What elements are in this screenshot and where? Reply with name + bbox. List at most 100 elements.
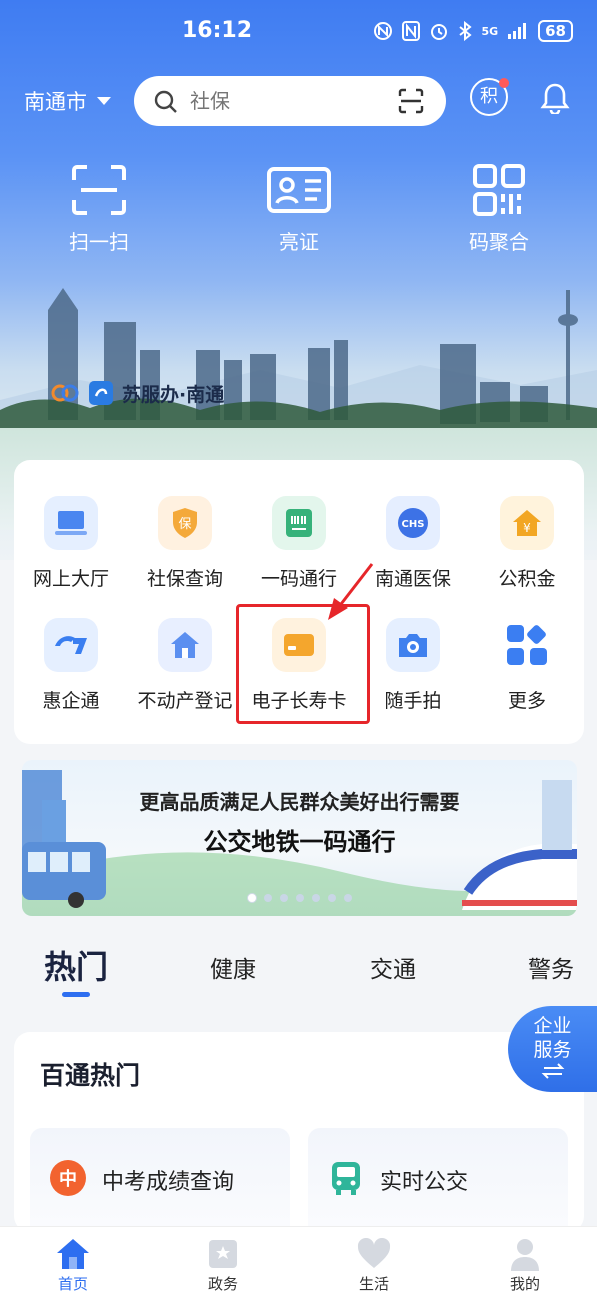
- service-online-hall[interactable]: 网上大厅: [14, 496, 128, 591]
- status-bar: 16:12 5G 68: [0, 0, 597, 62]
- svg-text:保: 保: [178, 517, 191, 532]
- service-real-estate[interactable]: 不动产登记: [128, 618, 242, 713]
- enterprise-line2: 服务: [533, 1039, 572, 1061]
- laptop-icon: [55, 511, 87, 535]
- carousel-dots: [22, 894, 577, 902]
- scan-icon: [72, 165, 126, 215]
- grid-icon: [507, 625, 547, 665]
- government-icon: [209, 1240, 237, 1268]
- svg-text:¥: ¥: [523, 521, 531, 535]
- hot-title: 百通热门: [40, 1061, 141, 1090]
- swap-icon: [541, 1063, 564, 1079]
- home-icon: [57, 1239, 89, 1269]
- house-icon: [171, 632, 199, 658]
- qr-code-icon: [473, 164, 525, 216]
- alarm-icon: [431, 24, 448, 40]
- quick-actions: 扫一扫 亮证 码聚合: [0, 160, 597, 260]
- bottom-navigation: 首页 政务 生活 我的: [0, 1226, 597, 1303]
- search-input[interactable]: [190, 86, 390, 116]
- bus-icon: [328, 1160, 364, 1196]
- nfc-icon: [374, 22, 393, 40]
- service-label: 随手拍: [384, 690, 442, 712]
- points-label: 积: [480, 86, 498, 107]
- nav-life[interactable]: 生活: [334, 1235, 414, 1294]
- service-tile: 保: [158, 496, 212, 550]
- enterprise-service-button[interactable]: 企业 服务: [508, 1006, 597, 1092]
- battery-indicator: 68: [538, 20, 573, 42]
- hot-item-label: 中考成绩查询: [102, 1170, 235, 1195]
- service-tile: [386, 618, 440, 672]
- status-icons: 5G 68: [373, 20, 573, 42]
- service-tile: [44, 496, 98, 550]
- tab-health[interactable]: 健康: [210, 950, 256, 984]
- barcode-icon: [286, 509, 312, 537]
- bluetooth-icon: [459, 21, 473, 41]
- tab-police[interactable]: 警务: [528, 950, 574, 984]
- nav-mine[interactable]: 我的: [485, 1235, 565, 1294]
- nav-label: 我的: [509, 1275, 540, 1293]
- nav-home[interactable]: 首页: [33, 1235, 113, 1294]
- promo-banner[interactable]: 更高品质满足人民群众美好出行需要 公交地铁一码通行: [22, 760, 577, 916]
- city-selector[interactable]: 南通市: [24, 86, 111, 116]
- carousel-dot[interactable]: [295, 894, 304, 902]
- hand-g-icon: [55, 636, 87, 654]
- service-label: 网上大厅: [32, 568, 109, 590]
- camera-icon: [399, 634, 427, 657]
- hot-services-card: 百通热门 中 中考成绩查询 实时公交: [14, 1032, 584, 1238]
- bell-icon[interactable]: [540, 82, 570, 114]
- service-label: 社保查询: [146, 568, 223, 590]
- heart-icon: [357, 1238, 391, 1268]
- service-tile: ¥: [500, 496, 554, 550]
- points-button[interactable]: 积: [470, 78, 509, 116]
- service-more[interactable]: 更多: [470, 618, 584, 713]
- id-card-icon: [267, 167, 331, 213]
- service-enterprise-benefit[interactable]: 惠企通: [14, 618, 128, 713]
- quick-action-label: 扫一扫: [69, 230, 129, 254]
- network-label: 5G: [481, 24, 499, 38]
- service-logo-icon: [51, 384, 79, 402]
- user-icon: [511, 1239, 539, 1271]
- carousel-dot[interactable]: [311, 894, 320, 902]
- tab-hot[interactable]: 热门: [44, 942, 108, 988]
- carousel-dot[interactable]: [263, 894, 272, 902]
- tab-traffic[interactable]: 交通: [370, 950, 416, 984]
- quick-action-code-hub[interactable]: 码聚合: [434, 160, 564, 255]
- shield-icon: 保: [173, 508, 197, 538]
- carousel-dot[interactable]: [279, 894, 288, 902]
- annotation-arrow-icon: [328, 563, 374, 620]
- scan-icon[interactable]: [398, 88, 424, 114]
- carousel-dot[interactable]: [343, 894, 352, 902]
- chs-icon: CHS: [398, 508, 428, 538]
- quick-action-label: 亮证: [279, 230, 319, 254]
- carousel-dot[interactable]: [247, 894, 256, 902]
- house-yen-icon: ¥: [513, 510, 541, 536]
- service-snapshot[interactable]: 随手拍: [356, 618, 470, 713]
- service-housing-fund[interactable]: ¥ 公积金: [470, 496, 584, 591]
- hot-item-exam-results[interactable]: 中 中考成绩查询: [30, 1128, 290, 1238]
- service-tile: [272, 496, 326, 550]
- service-label: 更多: [507, 690, 546, 712]
- hot-item-realtime-bus[interactable]: 实时公交: [308, 1128, 568, 1238]
- quick-action-scan[interactable]: 扫一扫: [34, 160, 164, 255]
- quick-action-show-id[interactable]: 亮证: [234, 160, 364, 255]
- notification-dot: [499, 78, 509, 88]
- search-icon: [154, 90, 177, 113]
- service-label: 公积金: [498, 568, 556, 590]
- nav-government[interactable]: 政务: [183, 1235, 263, 1294]
- service-social-security[interactable]: 保 社保查询: [128, 496, 242, 591]
- banner-subtitle: 更高品质满足人民群众美好出行需要: [139, 790, 460, 814]
- service-tile: [500, 618, 554, 672]
- nav-label: 政务: [207, 1275, 238, 1293]
- signal-icon: [508, 23, 527, 39]
- search-bar[interactable]: [134, 76, 446, 126]
- city-label: 南通市: [24, 90, 87, 114]
- brand-logo: 苏服办·南通: [50, 378, 224, 408]
- nav-label: 生活: [358, 1275, 389, 1293]
- brand-text: 苏服办·南通: [122, 383, 225, 406]
- quick-action-label: 码聚合: [469, 230, 529, 254]
- chevron-down-icon: [97, 97, 111, 105]
- carousel-dot[interactable]: [327, 894, 336, 902]
- exam-badge-icon: 中: [50, 1160, 86, 1196]
- service-label: 不动产登记: [137, 690, 233, 712]
- category-tabs: 热门 健康 交通 警务: [0, 940, 597, 1000]
